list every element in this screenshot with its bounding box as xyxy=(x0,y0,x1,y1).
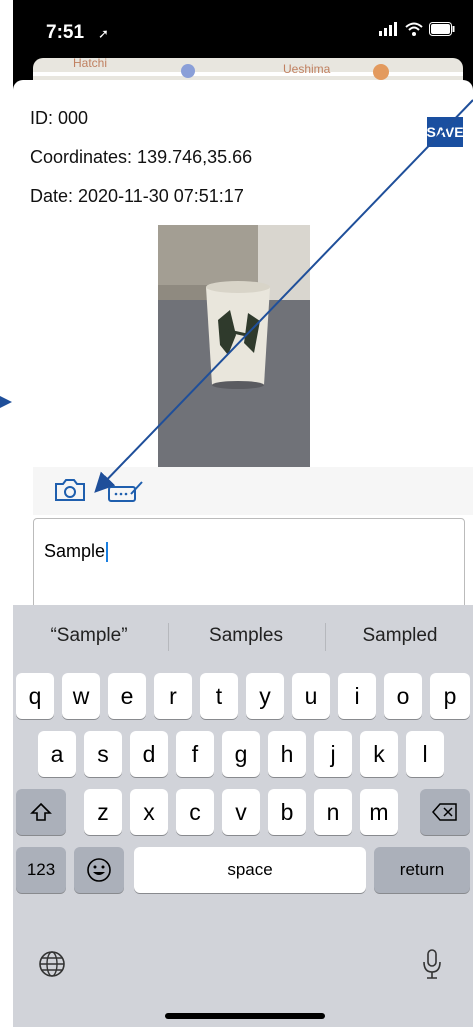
key-u[interactable]: u xyxy=(292,673,330,719)
globe-icon[interactable] xyxy=(38,950,66,978)
map-transit-icon xyxy=(181,64,195,78)
key-v[interactable]: v xyxy=(222,789,260,835)
media-toolbar xyxy=(33,467,473,515)
save-button[interactable]: SAVE xyxy=(426,117,464,147)
key-m[interactable]: m xyxy=(360,789,398,835)
shift-icon xyxy=(30,802,52,821)
map-poi-icon xyxy=(373,64,389,80)
phone-screen: 7:51 ➚ Hatchi Ueshima ID: 000 Coordinate… xyxy=(13,0,473,1027)
key-r[interactable]: r xyxy=(154,673,192,719)
suggestion-1[interactable]: “Sample” xyxy=(13,605,165,667)
key-x[interactable]: x xyxy=(130,789,168,835)
key-d[interactable]: d xyxy=(130,731,168,777)
key-b[interactable]: b xyxy=(268,789,306,835)
record-coordinates: Coordinates: 139.746,35.66 xyxy=(30,147,253,167)
key-g[interactable]: g xyxy=(222,731,260,777)
key-t[interactable]: t xyxy=(200,673,238,719)
key-l[interactable]: l xyxy=(406,731,444,777)
note-value: Sample xyxy=(44,541,106,561)
emoji-icon xyxy=(87,858,111,882)
note-text: Sample xyxy=(44,541,109,563)
key-y[interactable]: y xyxy=(246,673,284,719)
key-c[interactable]: c xyxy=(176,789,214,835)
key-s[interactable]: s xyxy=(84,731,122,777)
delete-key[interactable] xyxy=(420,789,470,835)
record-id: ID: 000 xyxy=(30,108,89,128)
map-label-right: Ueshima xyxy=(283,62,331,76)
key-n[interactable]: n xyxy=(314,789,352,835)
key-f[interactable]: f xyxy=(176,731,214,777)
home-indicator xyxy=(165,1013,325,1019)
return-key[interactable]: return xyxy=(374,847,470,893)
camera-icon[interactable] xyxy=(53,477,87,503)
key-q[interactable]: q xyxy=(16,673,54,719)
key-h[interactable]: h xyxy=(268,731,306,777)
emoji-key[interactable] xyxy=(74,847,124,893)
suggestion-2[interactable]: Samples xyxy=(171,605,321,667)
note-textarea[interactable]: Sample xyxy=(33,518,465,610)
key-i[interactable]: i xyxy=(338,673,376,719)
wifi-icon xyxy=(405,22,423,36)
microphone-icon[interactable] xyxy=(421,948,443,980)
annotation-arrow-head-left xyxy=(0,396,12,408)
key-a[interactable]: a xyxy=(38,731,76,777)
shift-key[interactable] xyxy=(16,789,66,835)
location-arrow-icon: ➚ xyxy=(98,26,109,41)
suggestion-3[interactable]: Sampled xyxy=(329,605,471,667)
record-date: Date: 2020-11-30 07:51:17 xyxy=(30,186,244,206)
status-time: 7:51 xyxy=(46,22,85,43)
key-k[interactable]: k xyxy=(360,731,398,777)
edit-note-icon[interactable] xyxy=(107,480,145,504)
cup-photo xyxy=(158,225,310,468)
key-p[interactable]: p xyxy=(430,673,470,719)
map-label-left: Hatchi xyxy=(73,58,108,70)
key-e[interactable]: e xyxy=(108,673,146,719)
numbers-key[interactable]: 123 xyxy=(16,847,66,893)
signal-icon xyxy=(379,22,397,36)
suggestion-divider xyxy=(325,623,326,651)
backspace-icon xyxy=(432,803,457,821)
key-o[interactable]: o xyxy=(384,673,422,719)
keyboard: “Sample” Samples Sampled q w e r t y u i… xyxy=(13,605,473,1027)
text-caret xyxy=(106,542,109,563)
suggestion-divider xyxy=(168,623,169,651)
space-key[interactable]: space xyxy=(134,847,366,893)
map-road xyxy=(33,72,463,76)
key-j[interactable]: j xyxy=(314,731,352,777)
photo-preview[interactable] xyxy=(158,225,310,468)
key-w[interactable]: w xyxy=(62,673,100,719)
key-z[interactable]: z xyxy=(84,789,122,835)
status-icons xyxy=(379,22,455,36)
battery-icon xyxy=(429,22,455,36)
